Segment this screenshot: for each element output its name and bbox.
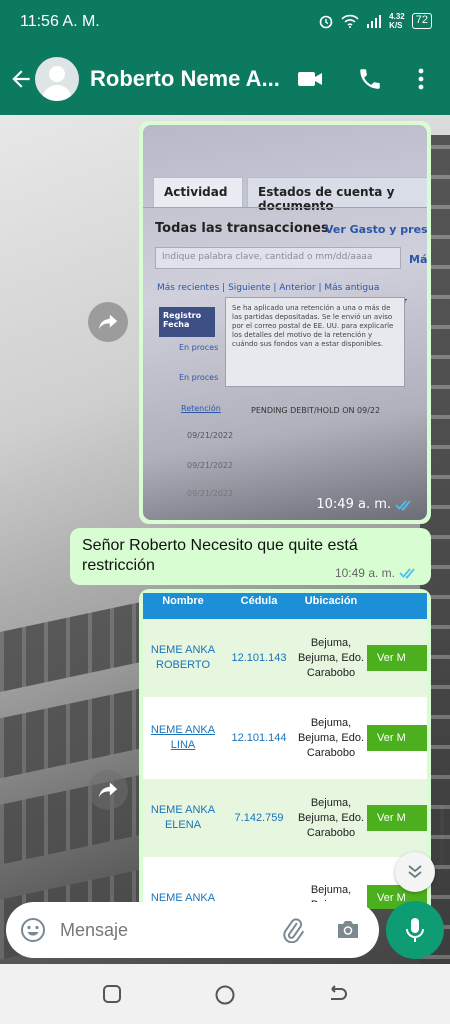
message-time: 10:49 a. m.: [316, 497, 391, 512]
avatar[interactable]: [35, 57, 79, 101]
photo-register-button: Registro Fecha: [159, 307, 215, 337]
message-composer: [6, 902, 379, 958]
mic-button[interactable]: [386, 901, 444, 959]
table-row: NEME ANKA ROBERTO 12.101.143 Bejuma, Bej…: [143, 619, 427, 699]
photo-link: Ver Gasto y presupu: [325, 223, 427, 236]
signal-icon: [367, 15, 382, 28]
photo-status-1: En proces: [179, 343, 219, 352]
chevrons-down-icon: [408, 865, 422, 879]
scroll-to-bottom-button[interactable]: [395, 852, 435, 892]
message-input[interactable]: [60, 916, 260, 944]
photo-pending: PENDING DEBIT/HOLD ON 09/22: [251, 406, 381, 415]
net-speed: 4.32 K/S: [389, 12, 405, 30]
photo-status-2: En proces: [179, 373, 219, 382]
message-time: 10:49 a. m.: [334, 566, 395, 580]
wifi-icon: [341, 14, 359, 28]
cell-id: 7.142.759: [234, 812, 284, 824]
chat-header: Roberto Neme A...: [0, 44, 450, 115]
cell-name: NEME ANKA ELENA: [150, 804, 216, 831]
photo-date-2: 09/21/2022: [187, 461, 234, 470]
photo-filter: Todas las transacciones: [155, 221, 329, 236]
mic-icon: [406, 918, 424, 942]
contact-name[interactable]: Roberto Neme A...: [90, 66, 280, 92]
photo-popup: Se ha aplicado una retención a una o más…: [225, 297, 405, 387]
view-more-button: Ver M: [367, 805, 427, 831]
double-check-icon: [399, 568, 415, 579]
nav-recent-icon[interactable]: [102, 984, 122, 1004]
message-meta: 10:49 a. m.: [335, 566, 419, 580]
table-row: NEME ANKA ELENA 7.142.759 Bejuma, Bejuma…: [143, 779, 427, 859]
double-check-icon: [395, 499, 411, 511]
back-arrow-icon[interactable]: [8, 66, 34, 92]
table-row: NEME ANKA LINA 12.101.144 Bejuma, Bejuma…: [143, 699, 427, 779]
forward-icon: [98, 314, 118, 330]
photo-status-3: Retención: [181, 404, 221, 413]
camera-icon[interactable]: [336, 918, 360, 940]
header-id: Cédula: [240, 595, 278, 607]
nav-home-icon[interactable]: [214, 984, 236, 1006]
cell-name: NEME ANKA ROBERTO: [150, 644, 216, 671]
table-image-message[interactable]: Nombre Cédula Ubicación NEME ANKA ROBERT…: [139, 589, 431, 909]
text-message[interactable]: Señor Roberto Necesito que quite está re…: [70, 528, 431, 585]
photo-search: Indique palabra clave, cantidad o mm/dd/…: [155, 247, 401, 269]
photo-tab-statements: Estados de cuenta y documento: [247, 177, 427, 213]
people-table: Nombre Cédula Ubicación NEME ANKA ROBERT…: [143, 593, 427, 909]
phone-icon[interactable]: [357, 66, 383, 92]
photo-search-more: Más: [409, 253, 427, 266]
forward-button[interactable]: [88, 302, 128, 342]
photo-tab-activity: Actividad: [153, 177, 243, 207]
cell-location: Bejuma, Bejuma, Edo. Carabobo: [297, 716, 365, 759]
forward-button[interactable]: [88, 770, 128, 810]
emoji-icon[interactable]: [20, 917, 46, 943]
view-more-button: Ver M: [367, 645, 427, 671]
nav-back-icon[interactable]: [326, 984, 348, 1004]
attach-icon[interactable]: [280, 917, 306, 943]
status-time: 11:56 A. M.: [20, 13, 100, 30]
message-meta: 10:49 a. m.: [316, 497, 415, 512]
system-nav-bar: [0, 964, 450, 1024]
header-location: Ubicación: [304, 595, 358, 607]
status-bar: 11:56 A. M. 4.32 K/S 72: [0, 0, 450, 44]
cell-name: NEME ANKA LINA: [150, 724, 216, 751]
view-more-button: Ver M: [367, 725, 427, 751]
video-call-icon[interactable]: [296, 66, 324, 92]
header-name: Nombre: [162, 595, 204, 607]
forward-icon: [98, 782, 118, 798]
photo-date-3: 09/21/2022: [187, 489, 234, 498]
battery-indicator: 72: [411, 13, 432, 29]
cell-location: Bejuma, Bejuma, Edo. Carabobo: [297, 796, 365, 839]
message-photo[interactable]: Actividad Estados de cuenta y documento …: [143, 125, 427, 520]
cell-location: Bejuma, Bejuma, Edo. Carabobo: [297, 636, 365, 679]
table-header: Nombre Cédula Ubicación: [143, 593, 427, 619]
cell-id: 12.101.144: [231, 732, 287, 744]
more-vert-icon[interactable]: [414, 66, 428, 92]
cell-id: 12.101.143: [231, 652, 287, 664]
alarm-icon: [319, 15, 333, 29]
image-message[interactable]: Actividad Estados de cuenta y documento …: [139, 121, 431, 524]
photo-nav-line: Más recientes | Siguiente | Anterior | M…: [157, 283, 380, 293]
photo-date-1: 09/21/2022: [187, 431, 234, 440]
